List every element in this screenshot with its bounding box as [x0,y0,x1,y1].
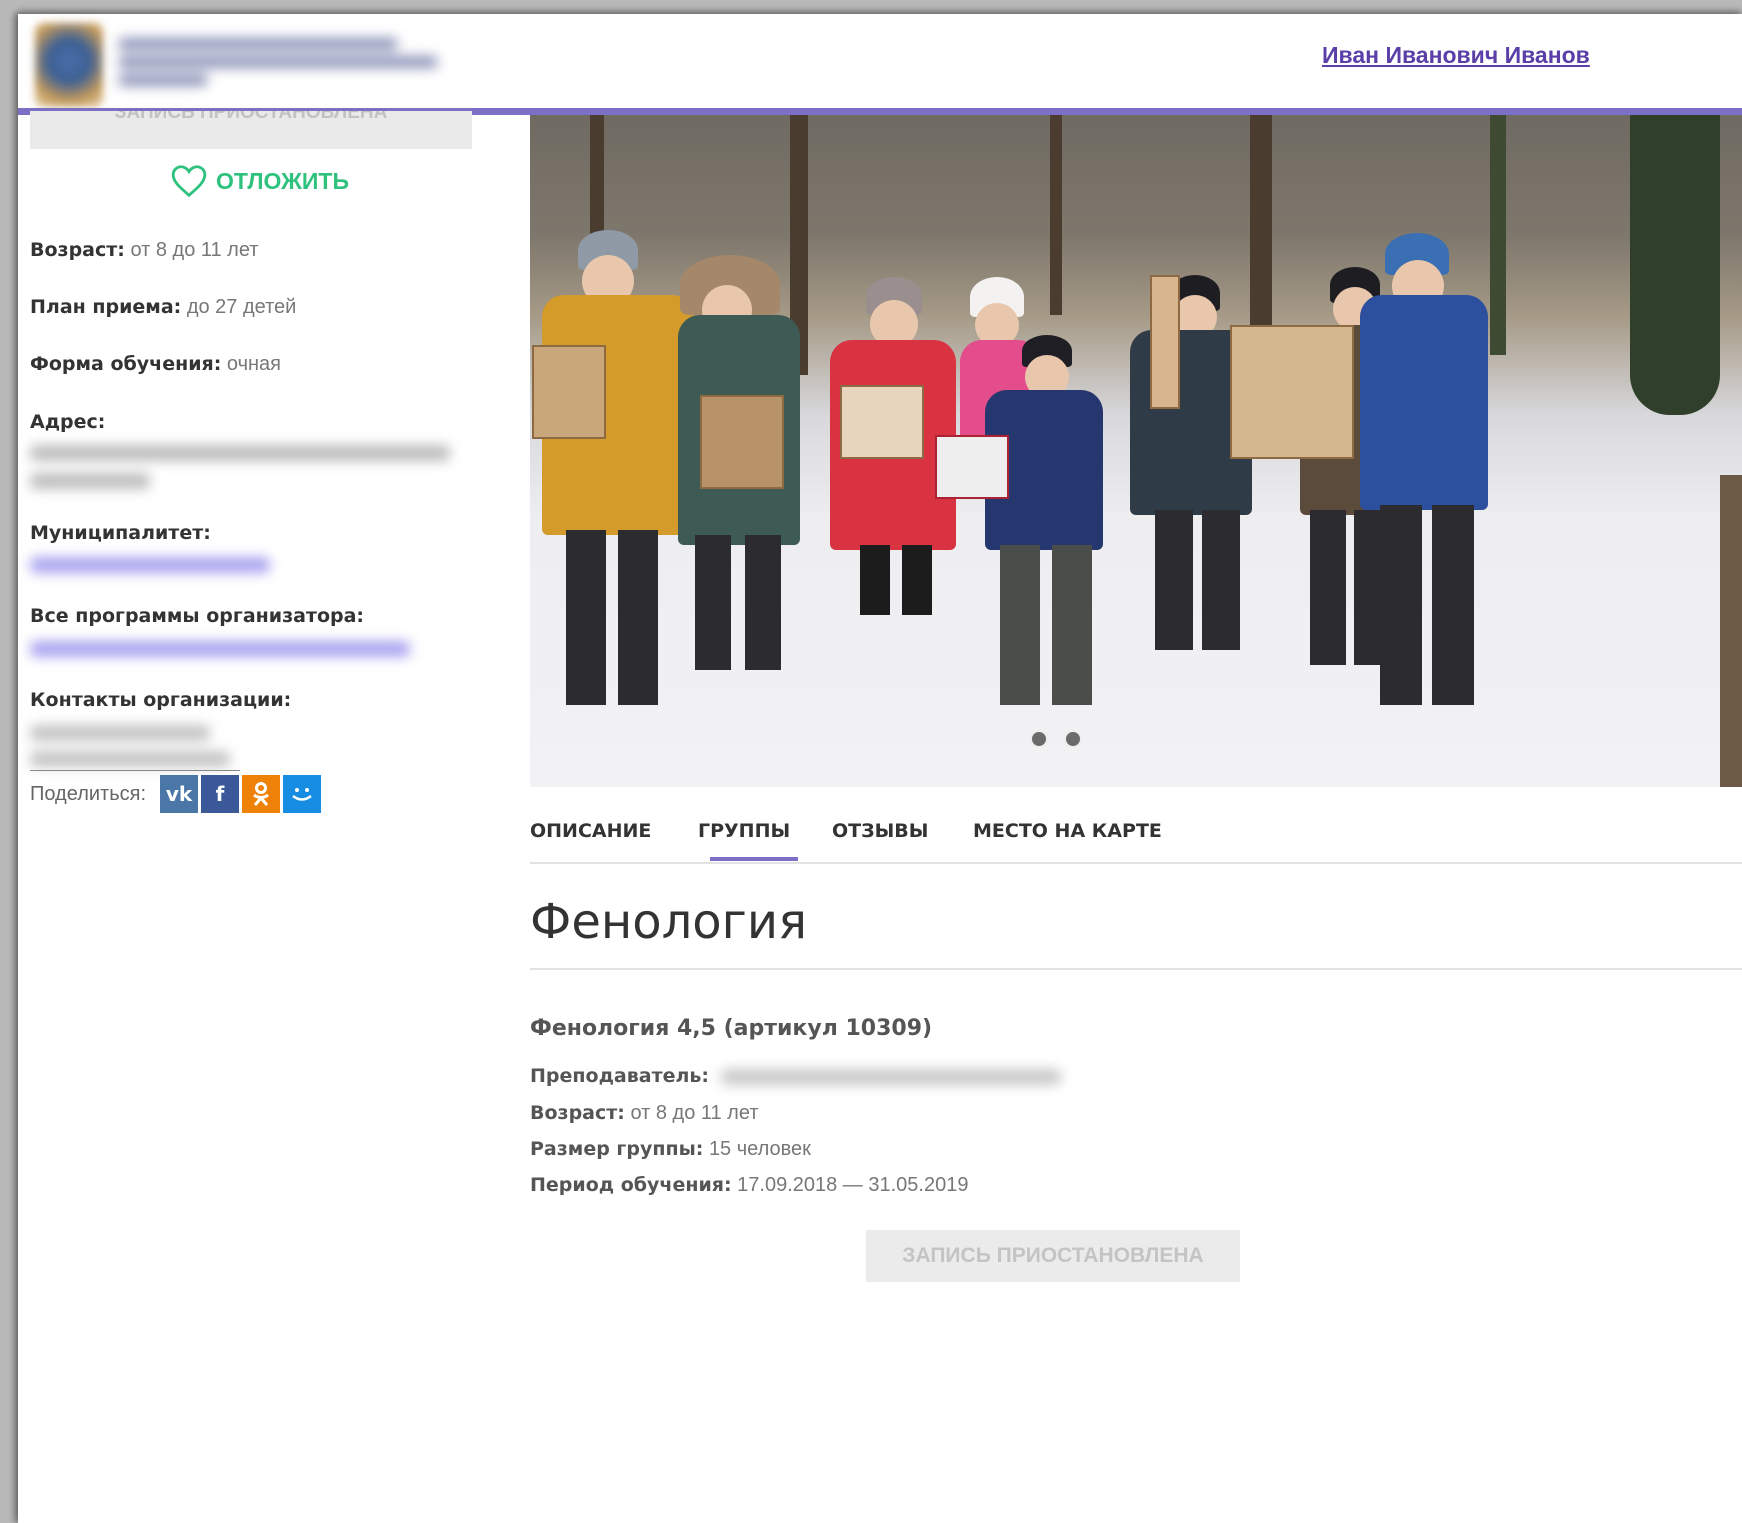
program-title: Фенология [530,894,807,950]
form-label: Форма обучения: [30,353,222,375]
active-tab-indicator [710,857,798,861]
period-row: Период обучения: 17.09.2018 — 31.05.2019 [530,1174,968,1197]
page: Иван Иванович Иванов ЗАПИСЬ ПРИОСТАНОВЛЕ… [18,14,1742,1523]
mailru-glyph [292,788,312,801]
group-age-row: Возраст: от 8 до 11 лет [530,1102,758,1125]
contacts-label: Контакты организации: [30,689,292,711]
contacts-value-blurred [30,725,230,767]
odnoklassniki-glyph [253,782,269,806]
share-label: Поделиться: [30,782,146,805]
teacher-label: Преподаватель: [530,1065,710,1087]
group-size-value: 15 человек [708,1138,811,1160]
group-age-label: Возраст: [530,1102,625,1124]
facebook-icon[interactable]: f [201,775,239,813]
title-divider [530,968,1742,970]
address-label: Адрес: [30,411,106,433]
heart-icon [171,165,207,198]
age-value: от 8 до 11 лет [130,239,259,261]
address-value-blurred [30,445,450,489]
period-label: Период обучения: [530,1174,732,1196]
header: Иван Иванович Иванов [18,14,1742,108]
form-value: очная [226,353,282,375]
postpone-label: ОТЛОЖИТЬ [216,167,349,194]
group-name: Фенология 4,5 (артикул 10309) [530,1016,933,1041]
group-size-row: Размер группы: 15 человек [530,1138,811,1161]
plan-value: до 27 детей [186,296,297,318]
slider-dots [1030,730,1082,748]
program-photo-slider[interactable] [530,115,1742,787]
slider-dot-2[interactable] [1064,730,1082,748]
all-programs-label: Все программы организатора: [30,605,365,627]
tab-reviews[interactable]: ОТЗЫВЫ [832,820,928,842]
share-bar: Поделиться: vk f [30,775,324,813]
odnoklassniki-icon[interactable] [242,775,280,813]
tab-map[interactable]: МЕСТО НА КАРТЕ [973,820,1162,842]
teacher-name-blurred [720,1068,1061,1085]
slider-dot-1[interactable] [1030,730,1048,748]
enroll-suspended-button[interactable]: ЗАПИСЬ ПРИОСТАНОВЛЕНА [30,111,472,149]
form-row: Форма обучения: очная [30,353,281,376]
plan-label: План приема: [30,296,182,318]
organization-name-blurred [118,32,448,102]
postpone-button[interactable]: ОТЛОЖИТЬ [170,163,349,199]
organization-logo[interactable] [35,23,103,107]
vk-icon[interactable]: vk [160,775,198,813]
plan-row: План приема: до 27 детей [30,296,296,319]
group-size-label: Размер группы: [530,1138,704,1160]
group-enroll-suspended-button[interactable]: ЗАПИСЬ ПРИОСТАНОВЛЕНА [866,1230,1240,1282]
age-row: Возраст: от 8 до 11 лет [30,239,258,262]
group-age-value: от 8 до 11 лет [630,1102,759,1124]
enroll-suspended-label: ЗАПИСЬ ПРИОСТАНОВЛЕНА [114,111,388,123]
contacts-divider [30,770,240,771]
user-profile-link[interactable]: Иван Иванович Иванов [1322,42,1590,69]
mailru-icon[interactable] [283,775,321,813]
municipality-link-blurred[interactable] [30,557,270,573]
tab-description[interactable]: ОПИСАНИЕ [530,820,651,842]
program-tabs: ОПИСАНИЕ ГРУППЫ ОТЗЫВЫ МЕСТО НА КАРТЕ [530,804,1742,864]
tab-groups[interactable]: ГРУППЫ [698,820,790,842]
age-label: Возраст: [30,239,125,261]
group-enroll-suspended-label: ЗАПИСЬ ПРИОСТАНОВЛЕНА [902,1244,1204,1267]
teacher-row: Преподаватель: [530,1065,1061,1088]
municipality-label: Муниципалитет: [30,522,211,544]
all-programs-link-blurred[interactable] [30,641,410,657]
period-value: 17.09.2018 — 31.05.2019 [737,1174,969,1196]
